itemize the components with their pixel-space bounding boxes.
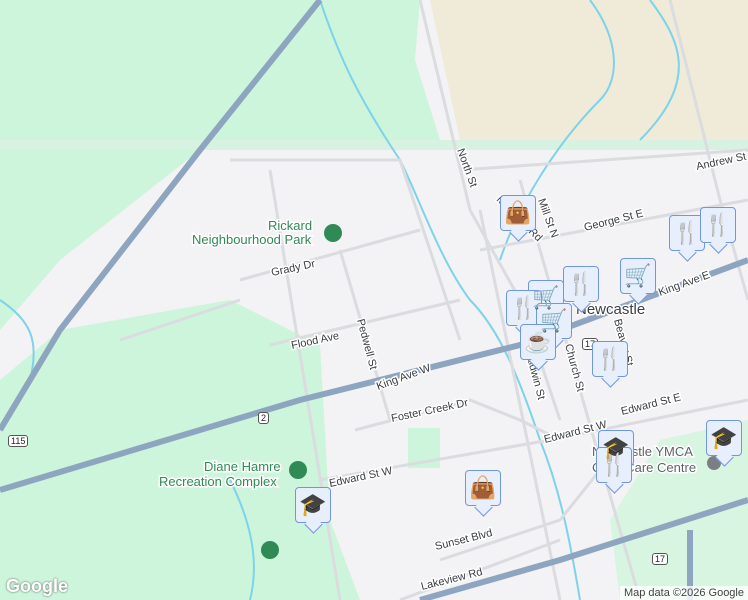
highway-shield: 115 [8, 435, 29, 447]
highway-shield: 2 [258, 412, 270, 424]
place-label[interactable]: Recreation Complex [158, 473, 279, 491]
street-label: George St E [583, 208, 645, 234]
street-label: Sunset Blvd [434, 527, 494, 553]
restaurant-marker[interactable]: 🍴 [669, 215, 705, 251]
restaurant-marker[interactable]: 🍴 [592, 341, 628, 377]
shopping-marker[interactable]: 👜 [465, 470, 501, 506]
park-pin-icon[interactable] [324, 224, 342, 242]
graduation-cap-icon: 🎓 [299, 492, 327, 517]
restaurant-marker[interactable]: 🍴 [596, 447, 632, 483]
green-area [0, 140, 748, 150]
restaurant-icon: 🍴 [673, 220, 701, 245]
park-pin-icon[interactable] [261, 541, 279, 559]
street-label: Foster Creek Dr [390, 397, 469, 425]
google-logo: Google [6, 576, 68, 596]
restaurant-icon: 🍴 [567, 271, 595, 296]
green-area [0, 0, 440, 330]
highway-shield: 17 [652, 553, 669, 565]
restaurant-marker[interactable]: 🍴 [563, 266, 599, 302]
shopping-marker[interactable]: 👜 [500, 195, 536, 231]
restaurant-icon: 🍴 [510, 295, 538, 320]
graduation-cap-icon: 🎓 [710, 425, 738, 450]
shopping-bag-icon: 👜 [469, 475, 497, 500]
grocery-marker[interactable]: 🛒 [620, 258, 656, 294]
school-marker[interactable]: 🎓 [295, 487, 331, 523]
street-label: King Ave E [657, 269, 711, 299]
restaurant-icon: 🍴 [600, 452, 628, 477]
map-attribution[interactable]: Map data ©2026 Google [619, 586, 748, 600]
street-label: Grady Dr [270, 258, 316, 279]
restaurant-icon: 🍴 [596, 346, 624, 371]
cafe-marker[interactable]: ☕ [520, 324, 556, 360]
park-label[interactable]: Rickard [267, 217, 314, 235]
place-label[interactable]: Diane Hamre [203, 458, 283, 476]
shopping-bag-icon: 👜 [504, 200, 532, 225]
park-label[interactable]: Neighbourhood Park [191, 231, 314, 249]
street-label: Edward St W [328, 465, 394, 490]
street-label: King Ave W [375, 362, 433, 393]
shopping-cart-icon: 🛒 [624, 263, 652, 288]
street-label: Pedwell St [354, 318, 379, 371]
restaurant-icon: 🍴 [704, 212, 732, 237]
restaurant-marker[interactable]: 🍴 [700, 207, 736, 243]
coffee-cup-icon: ☕ [524, 329, 552, 354]
school-marker[interactable]: 🎓 [706, 420, 742, 456]
street-label: Church St [562, 343, 586, 393]
place-pin-icon[interactable] [289, 461, 307, 479]
